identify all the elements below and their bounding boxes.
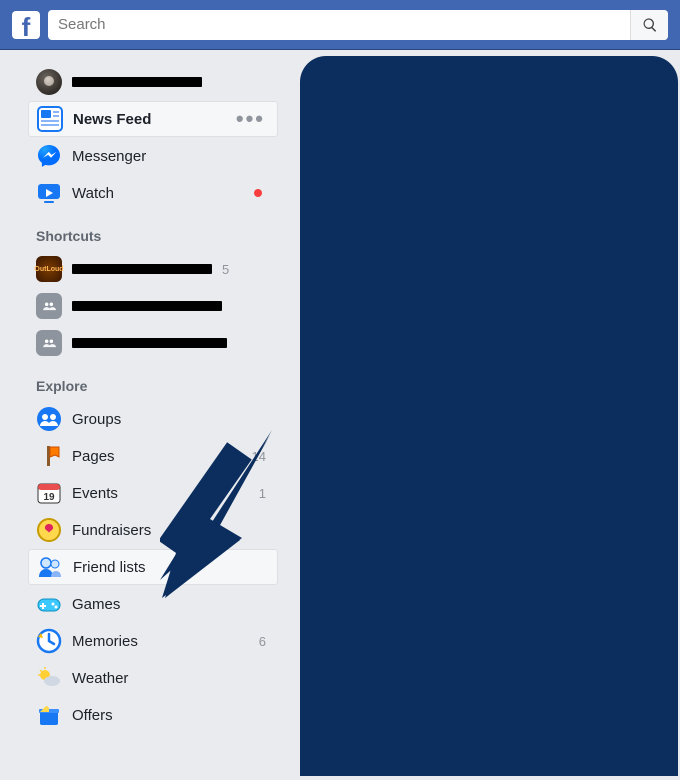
left-sidebar: News Feed ••• Messenger Watch Shortcuts … bbox=[28, 64, 278, 733]
facebook-logo[interactable]: f bbox=[12, 11, 40, 39]
search-input[interactable] bbox=[48, 10, 668, 40]
games-icon bbox=[36, 591, 62, 617]
search-icon bbox=[642, 17, 658, 33]
sidebar-item-events[interactable]: 19 Events 1 bbox=[28, 475, 278, 511]
section-header-shortcuts: Shortcuts bbox=[28, 212, 278, 250]
sidebar-item-label: Groups bbox=[72, 411, 256, 428]
sidebar-item-games[interactable]: Games bbox=[28, 586, 278, 622]
sidebar-item-label: Memories bbox=[72, 633, 249, 650]
sidebar-item-label: Friend lists bbox=[73, 559, 255, 576]
sidebar-item-label: Fundraisers bbox=[72, 522, 256, 539]
sidebar-item-shortcut[interactable] bbox=[28, 325, 278, 361]
sidebar-item-label: Messenger bbox=[72, 148, 270, 165]
sidebar-item-friend-lists[interactable]: Friend lists bbox=[28, 549, 278, 585]
sidebar-item-fundraisers[interactable]: Fundraisers bbox=[28, 512, 278, 548]
svg-text:19: 19 bbox=[43, 492, 55, 503]
sidebar-item-memories[interactable]: Memories 6 bbox=[28, 623, 278, 659]
sidebar-item-label: Games bbox=[72, 596, 256, 613]
sidebar-item-label: Watch bbox=[72, 185, 244, 202]
sidebar-item-label: Pages bbox=[72, 448, 242, 465]
friend-lists-icon bbox=[37, 554, 63, 580]
sidebar-item-weather[interactable]: Weather bbox=[28, 660, 278, 696]
pages-icon bbox=[36, 443, 62, 469]
sidebar-item-count: 14 bbox=[252, 449, 270, 464]
sidebar-item-news-feed[interactable]: News Feed ••• bbox=[28, 101, 278, 137]
section-header-explore: Explore bbox=[28, 362, 278, 400]
more-dots-icon[interactable]: ••• bbox=[236, 114, 269, 124]
groups-icon bbox=[36, 406, 62, 432]
sidebar-item-label: Weather bbox=[72, 670, 256, 687]
annotation-overlay-block bbox=[300, 56, 678, 776]
shortcut-icon: OutLoud bbox=[36, 256, 62, 282]
sidebar-item-profile[interactable] bbox=[28, 64, 278, 100]
sidebar-item-count: 1 bbox=[259, 486, 270, 501]
redacted-shortcut-name bbox=[72, 338, 227, 348]
sidebar-item-pages[interactable]: Pages 14 bbox=[28, 438, 278, 474]
notification-dot-icon bbox=[254, 189, 262, 197]
messenger-icon bbox=[36, 143, 62, 169]
search-wrap bbox=[48, 10, 668, 40]
search-button[interactable] bbox=[630, 10, 668, 40]
sidebar-item-count: 6 bbox=[259, 634, 270, 649]
redacted-profile-name bbox=[72, 77, 202, 87]
redacted-shortcut-name bbox=[72, 301, 222, 311]
fundraisers-icon bbox=[36, 517, 62, 543]
sidebar-item-label: News Feed bbox=[73, 111, 226, 128]
sidebar-item-watch[interactable]: Watch bbox=[28, 175, 278, 211]
sidebar-item-shortcut[interactable]: OutLoud 5 bbox=[28, 251, 278, 287]
group-icon bbox=[36, 293, 62, 319]
events-icon: 19 bbox=[36, 480, 62, 506]
avatar bbox=[36, 69, 62, 95]
watch-icon bbox=[36, 180, 62, 206]
sidebar-item-label: Events bbox=[72, 485, 249, 502]
weather-icon bbox=[36, 665, 62, 691]
offers-icon bbox=[36, 702, 62, 728]
news-feed-icon bbox=[37, 106, 63, 132]
sidebar-item-messenger[interactable]: Messenger bbox=[28, 138, 278, 174]
sidebar-item-offers[interactable]: Offers bbox=[28, 697, 278, 733]
top-bar: f bbox=[0, 0, 680, 50]
shortcut-count: 5 bbox=[222, 262, 233, 277]
memories-icon bbox=[36, 628, 62, 654]
sidebar-item-groups[interactable]: Groups bbox=[28, 401, 278, 437]
sidebar-item-label: Offers bbox=[72, 707, 256, 724]
group-icon bbox=[36, 330, 62, 356]
redacted-shortcut-name bbox=[72, 264, 212, 274]
sidebar-item-shortcut[interactable] bbox=[28, 288, 278, 324]
